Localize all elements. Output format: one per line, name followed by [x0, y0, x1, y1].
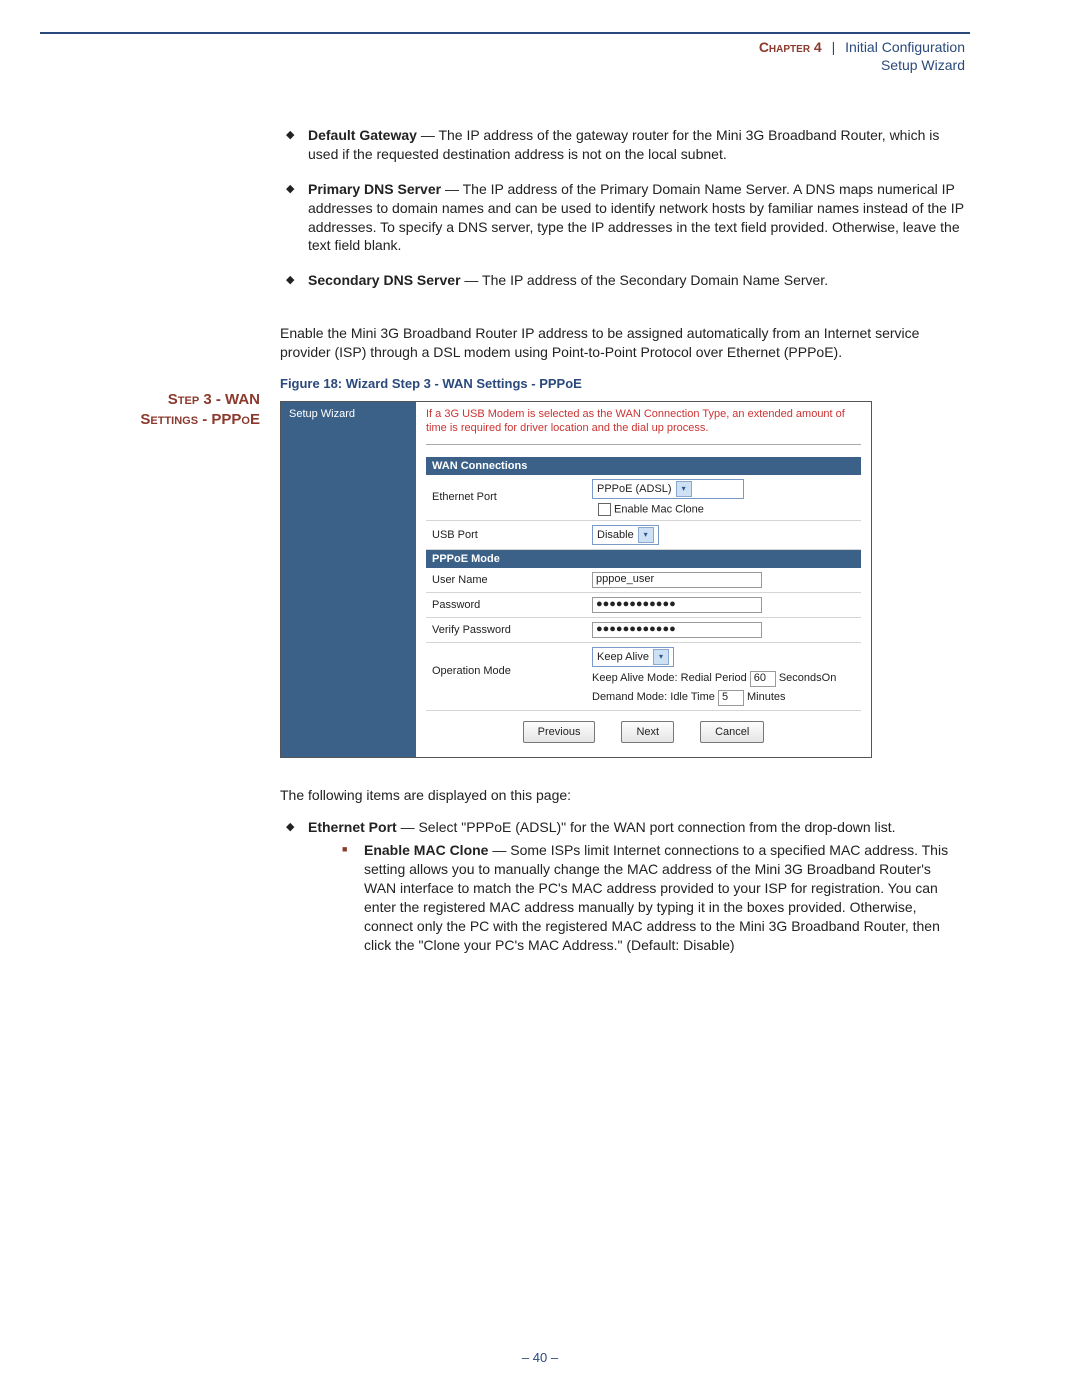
header-rule — [40, 32, 970, 34]
page-header: Chapter 4 | Initial Configuration Setup … — [759, 38, 965, 74]
term: Secondary DNS Server — [308, 272, 461, 288]
side-heading-line1: Step 3 - WAN — [168, 391, 260, 408]
verify-password-input[interactable]: ●●●●●●●●●●●● — [592, 622, 762, 638]
idle-time-label: Demand Mode: Idle Time — [592, 691, 715, 703]
enable-mac-clone-option[interactable]: Enable Mac Clone — [598, 503, 704, 516]
section-pppoe-mode: PPPoE Mode — [426, 550, 861, 568]
bullet-ethernet-port: Ethernet Port — Select "PPPoE (ADSL)" fo… — [280, 818, 965, 954]
ethernet-port-select[interactable]: PPPoE (ADSL) ▾ — [592, 479, 744, 499]
operation-mode-value: Keep Alive — [597, 651, 649, 663]
usb-port-value: Disable — [597, 529, 634, 541]
term: Primary DNS Server — [308, 181, 441, 197]
username-label: User Name — [432, 574, 592, 586]
ethernet-port-label: Ethernet Port — [432, 491, 592, 503]
verify-password-label: Verify Password — [432, 624, 592, 636]
side-heading-line2: Settings - PPPoE — [140, 411, 260, 428]
desc: — Select "PPPoE (ADSL)" for the WAN port… — [397, 819, 896, 835]
figure-divider — [426, 444, 861, 445]
chevron-down-icon: ▾ — [638, 527, 654, 543]
redial-period-unit: SecondsOn — [779, 672, 836, 684]
username-input[interactable]: pppoe_user — [592, 572, 762, 588]
bottom-bullet-list: Ethernet Port — Select "PPPoE (ADSL)" fo… — [280, 818, 965, 954]
header-subtitle: Setup Wizard — [759, 56, 965, 74]
password-input[interactable]: ●●●●●●●●●●●● — [592, 597, 762, 613]
top-bullet-list: Default Gateway — The IP address of the … — [280, 126, 965, 290]
term: Ethernet Port — [308, 819, 397, 835]
redial-period-input[interactable]: 60 — [750, 671, 776, 687]
ethernet-port-value: PPPoE (ADSL) — [597, 483, 672, 495]
sidebar-item-setup-wizard[interactable]: Setup Wizard — [289, 408, 355, 420]
term: Default Gateway — [308, 127, 417, 143]
desc: — The IP address of the Secondary Domain… — [461, 272, 829, 288]
bullet-primary-dns: Primary DNS Server — The IP address of t… — [280, 180, 965, 256]
operation-mode-label: Operation Mode — [432, 647, 592, 677]
bullet-default-gateway: Default Gateway — The IP address of the … — [280, 126, 965, 164]
idle-time-unit: Minutes — [747, 691, 786, 703]
redial-period-label: Keep Alive Mode: Redial Period — [592, 672, 747, 684]
figure-sidebar: Setup Wizard — [281, 402, 416, 757]
enable-mac-clone-label: Enable Mac Clone — [614, 503, 704, 515]
checkbox-icon — [598, 503, 611, 516]
usb-port-select[interactable]: Disable ▾ — [592, 525, 659, 545]
side-heading: Step 3 - WAN Settings - PPPoE — [0, 390, 268, 431]
figure-screenshot: Setup Wizard If a 3G USB Modem is select… — [280, 401, 872, 758]
step-paragraph: Enable the Mini 3G Broadband Router IP a… — [280, 324, 965, 362]
after-figure-paragraph: The following items are displayed on thi… — [280, 786, 965, 805]
figure-caption: Figure 18: Wizard Step 3 - WAN Settings … — [280, 376, 965, 391]
chevron-down-icon: ▾ — [676, 481, 692, 497]
subbullet-enable-mac-clone: Enable MAC Clone — Some ISPs limit Inter… — [336, 841, 965, 954]
cancel-button[interactable]: Cancel — [700, 721, 764, 743]
next-button[interactable]: Next — [621, 721, 674, 743]
bullet-secondary-dns: Secondary DNS Server — The IP address of… — [280, 271, 965, 290]
term: Enable MAC Clone — [364, 842, 488, 858]
password-label: Password — [432, 599, 592, 611]
section-wan-connections: WAN Connections — [426, 457, 861, 475]
operation-mode-select[interactable]: Keep Alive ▾ — [592, 647, 674, 667]
previous-button[interactable]: Previous — [523, 721, 596, 743]
usb-port-label: USB Port — [432, 529, 592, 541]
chevron-down-icon: ▾ — [653, 649, 669, 665]
header-chapter: Chapter 4 — [759, 39, 822, 55]
page-number: – 40 – — [0, 1350, 1080, 1365]
header-title: Initial Configuration — [845, 39, 965, 55]
figure-note: If a 3G USB Modem is selected as the WAN… — [426, 408, 861, 436]
idle-time-input[interactable]: 5 — [718, 690, 744, 706]
header-pipe: | — [832, 39, 836, 55]
desc: — Some ISPs limit Internet connections t… — [364, 842, 948, 952]
